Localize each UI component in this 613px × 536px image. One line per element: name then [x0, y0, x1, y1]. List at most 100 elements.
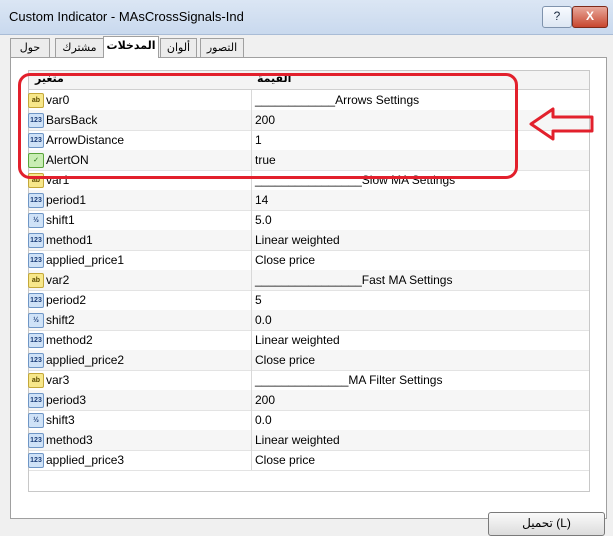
- column-divider: [251, 110, 252, 130]
- column-divider: [251, 370, 252, 390]
- table-row[interactable]: 123 applied_price2 Close price: [28, 350, 589, 371]
- variable-name: method2: [46, 333, 93, 347]
- variable-value[interactable]: 0.0: [255, 313, 272, 327]
- table-row[interactable]: ½ shift1 5.0: [28, 210, 589, 231]
- table-row[interactable]: ab var1 ________________Slow MA Settings: [28, 170, 589, 191]
- column-divider: [251, 90, 252, 110]
- table-row[interactable]: 123 method1 Linear weighted: [28, 230, 589, 251]
- variable-value[interactable]: ____________Arrows Settings: [255, 93, 419, 107]
- load-button[interactable]: تحميل (L): [488, 512, 605, 536]
- variable-value[interactable]: 5: [255, 293, 262, 307]
- variable-value[interactable]: ________________Fast MA Settings: [255, 273, 452, 287]
- variable-value[interactable]: 14: [255, 193, 268, 207]
- column-divider: [251, 390, 252, 410]
- column-divider: [251, 250, 252, 270]
- inputs-table: متغير القيمة ab var0 ____________Arrows Se…: [28, 70, 590, 492]
- variable-name: AlertON: [46, 153, 89, 167]
- table-row[interactable]: 123 period1 14: [28, 190, 589, 211]
- string-type-icon: ab: [28, 373, 44, 388]
- variable-value[interactable]: Linear weighted: [255, 233, 340, 247]
- table-row[interactable]: ab var0 ____________Arrows Settings: [28, 90, 589, 111]
- table-row[interactable]: 123 period3 200: [28, 390, 589, 411]
- column-divider: [251, 310, 252, 330]
- table-row[interactable]: ½ shift2 0.0: [28, 310, 589, 331]
- column-divider: [251, 150, 252, 170]
- variable-name: applied_price3: [46, 453, 125, 467]
- variable-value[interactable]: Close price: [255, 453, 315, 467]
- table-row[interactable]: ab var3 ______________MA Filter Settings: [28, 370, 589, 391]
- integer-type-icon: 123: [28, 293, 44, 308]
- variable-value[interactable]: Close price: [255, 253, 315, 267]
- column-header-variable: متغير: [35, 73, 64, 85]
- variable-name: shift3: [46, 413, 75, 427]
- string-type-icon: ab: [28, 173, 44, 188]
- variable-name: shift1: [46, 213, 75, 227]
- help-button[interactable]: ?: [542, 6, 572, 28]
- column-divider: [251, 270, 252, 290]
- column-divider: [251, 230, 252, 250]
- column-divider: [251, 350, 252, 370]
- window-title: Custom Indicator - MAsCrossSignals-Ind: [9, 9, 244, 24]
- variable-value[interactable]: ______________MA Filter Settings: [255, 373, 442, 387]
- table-row[interactable]: ab var2 ________________Fast MA Settings: [28, 270, 589, 291]
- column-divider: [251, 130, 252, 150]
- variable-name: period3: [46, 393, 87, 407]
- column-divider: [251, 290, 252, 310]
- left-arrow-icon: [529, 107, 594, 141]
- variable-name: var3: [46, 373, 70, 387]
- integer-type-icon: 123: [28, 453, 44, 468]
- column-divider: [251, 170, 252, 190]
- variable-name: ArrowDistance: [46, 133, 125, 147]
- integer-type-icon: 123: [28, 113, 44, 128]
- tab-common[interactable]: مشترك: [55, 38, 104, 57]
- table-row[interactable]: 123 BarsBack 200: [28, 110, 589, 131]
- tab-visualization[interactable]: التصور: [200, 38, 244, 57]
- string-type-icon: ab: [28, 93, 44, 108]
- variable-name: var0: [46, 93, 70, 107]
- variable-value[interactable]: true: [255, 153, 276, 167]
- table-header: متغير القيمة: [29, 71, 589, 90]
- variable-value[interactable]: Linear weighted: [255, 333, 340, 347]
- variable-name: var1: [46, 173, 70, 187]
- integer-type-icon: 123: [28, 193, 44, 208]
- variable-name: method3: [46, 433, 93, 447]
- variable-value[interactable]: 200: [255, 113, 275, 127]
- table-row[interactable]: ½ shift3 0.0: [28, 410, 589, 431]
- variable-name: shift2: [46, 313, 75, 327]
- variable-value[interactable]: 200: [255, 393, 275, 407]
- tab-inputs[interactable]: المدخلات: [103, 36, 159, 58]
- variable-name: applied_price2: [46, 353, 125, 367]
- column-divider: [251, 210, 252, 230]
- variable-value[interactable]: 1: [255, 133, 262, 147]
- table-row[interactable]: 123 method2 Linear weighted: [28, 330, 589, 351]
- column-divider: [251, 330, 252, 350]
- close-button[interactable]: X: [572, 6, 608, 28]
- variable-value[interactable]: Close price: [255, 353, 315, 367]
- table-row[interactable]: 123 applied_price3 Close price: [28, 450, 589, 471]
- integer-type-icon: 123: [28, 133, 44, 148]
- double-type-icon: ½: [28, 213, 44, 228]
- column-header-value: القيمة: [257, 73, 292, 85]
- variable-value[interactable]: 5.0: [255, 213, 272, 227]
- string-type-icon: ab: [28, 273, 44, 288]
- integer-type-icon: 123: [28, 233, 44, 248]
- variable-value[interactable]: Linear weighted: [255, 433, 340, 447]
- double-type-icon: ½: [28, 413, 44, 428]
- variable-name: period1: [46, 193, 87, 207]
- tab-colors[interactable]: ألوان: [160, 38, 197, 57]
- table-row[interactable]: 123 applied_price1 Close price: [28, 250, 589, 271]
- title-bar: Custom Indicator - MAsCrossSignals-Ind ?…: [0, 0, 613, 35]
- variable-value[interactable]: 0.0: [255, 413, 272, 427]
- boolean-type-icon: ✓: [28, 153, 44, 168]
- variable-name: BarsBack: [46, 113, 98, 127]
- variable-name: applied_price1: [46, 253, 125, 267]
- tab-about[interactable]: حول: [10, 38, 50, 57]
- table-row[interactable]: 123 ArrowDistance 1: [28, 130, 589, 151]
- table-row[interactable]: 123 period2 5: [28, 290, 589, 311]
- integer-type-icon: 123: [28, 253, 44, 268]
- table-row[interactable]: ✓ AlertON true: [28, 150, 589, 171]
- variable-name: method1: [46, 233, 93, 247]
- table-row[interactable]: 123 method3 Linear weighted: [28, 430, 589, 451]
- variable-value[interactable]: ________________Slow MA Settings: [255, 173, 455, 187]
- column-divider: [251, 430, 252, 450]
